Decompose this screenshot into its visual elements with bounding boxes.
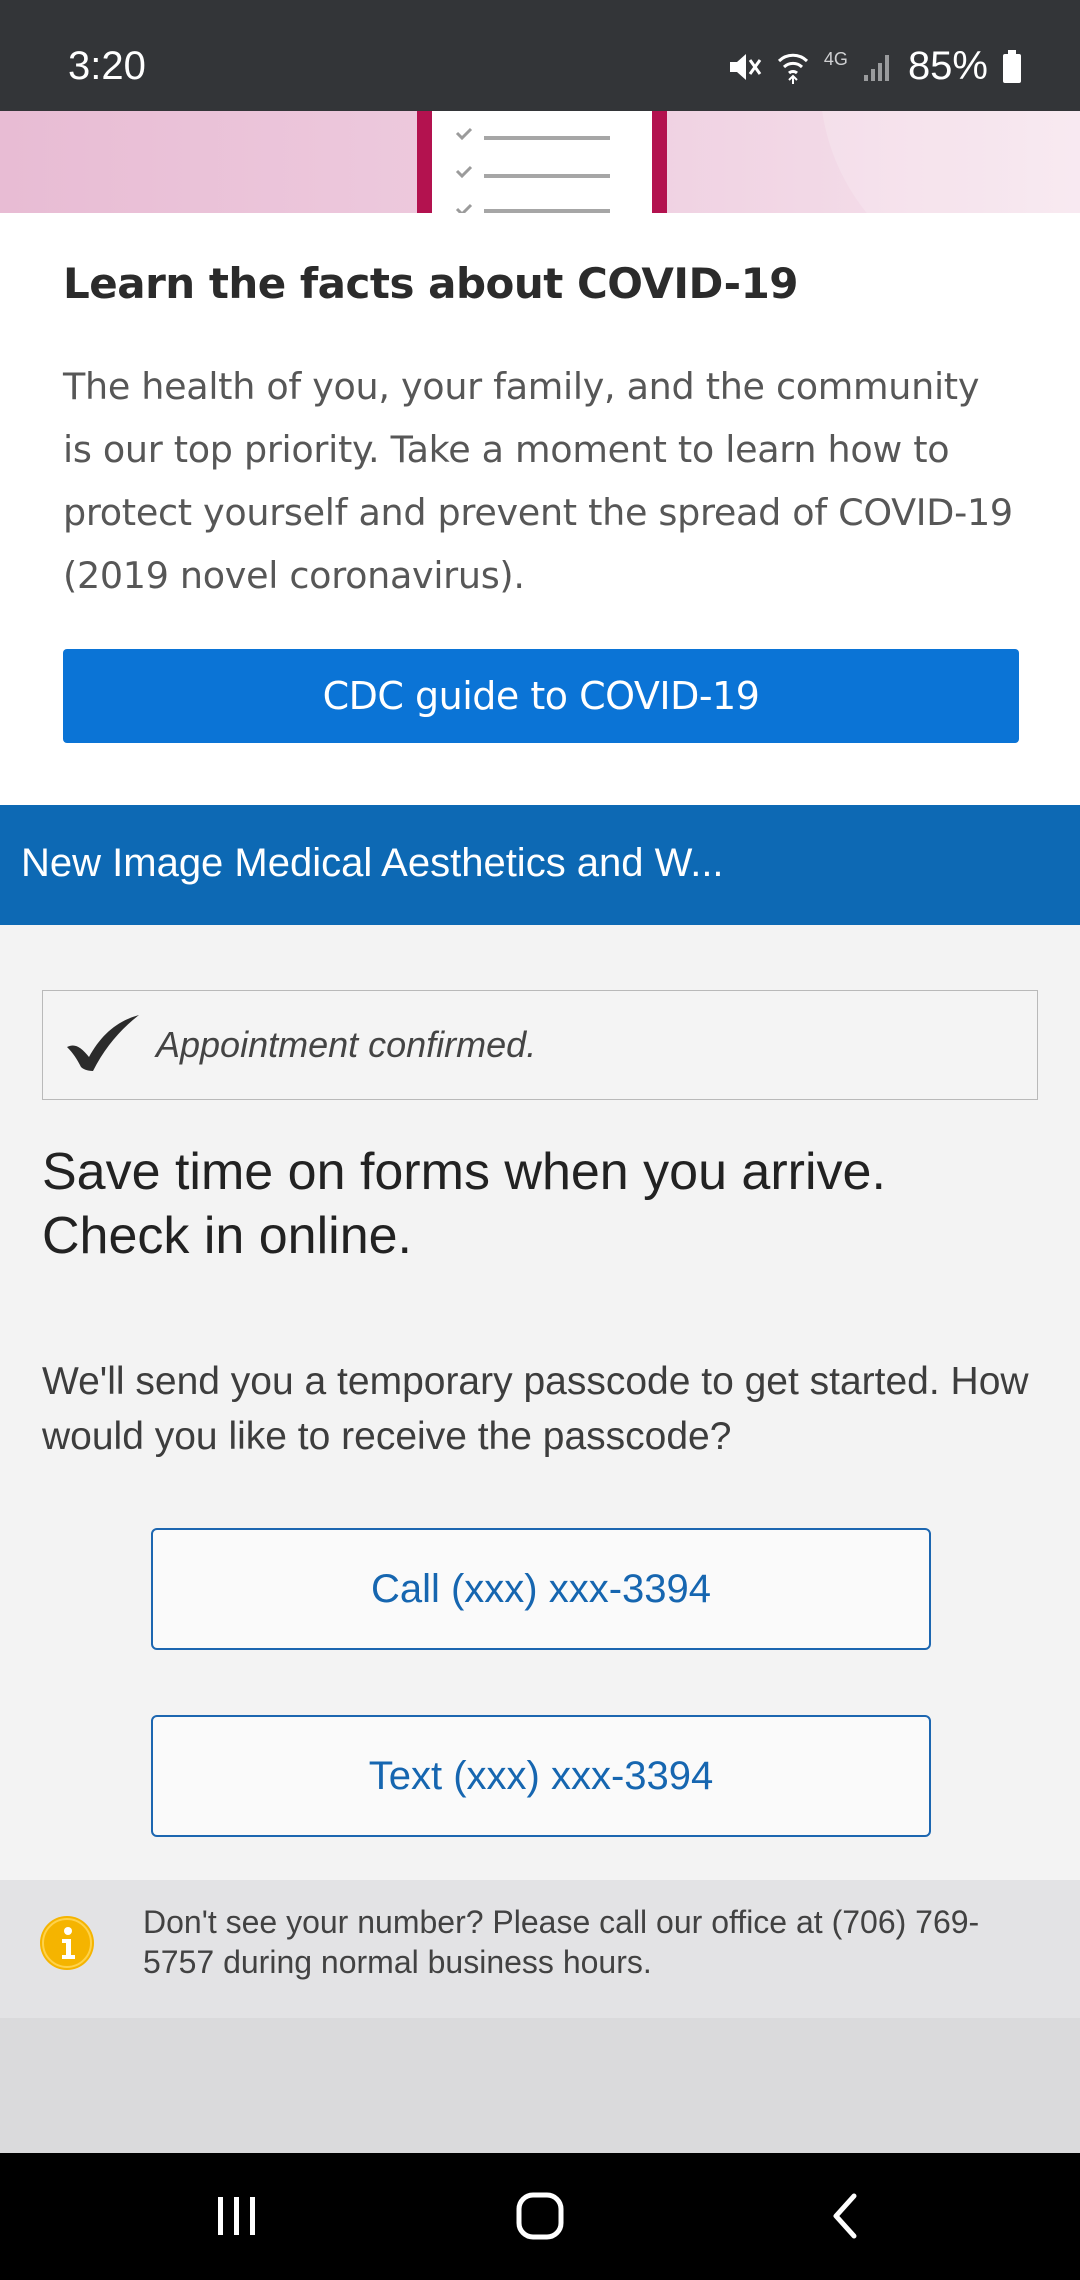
checklist-paper — [432, 111, 652, 213]
checklist-icon — [455, 127, 610, 213]
checkmark-icon — [65, 1013, 141, 1080]
info-icon — [38, 1914, 96, 1977]
covid-banner-image — [0, 111, 1080, 213]
status-icons: 4G 85% — [726, 44, 1022, 89]
covid-card-body: The health of you, your family, and the … — [63, 365, 1013, 597]
battery-icon — [1002, 49, 1022, 84]
recents-icon[interactable] — [212, 2191, 262, 2246]
covid-info-card: Learn the facts about COVID-19 The healt… — [0, 213, 1080, 805]
clipboard-illustration — [417, 111, 667, 213]
system-nav-bar — [0, 2153, 1080, 2280]
home-icon[interactable] — [515, 2191, 565, 2246]
page-bottom-area — [0, 2018, 1080, 2153]
confirmation-text: Appointment confirmed. — [156, 1024, 537, 1065]
call-passcode-button[interactable]: Call (xxx) xxx-3394 — [151, 1528, 931, 1650]
status-time: 3:20 — [68, 44, 146, 88]
banner-decoration — [820, 111, 1080, 213]
checkin-headline: Save time on forms when you arrive. Chec… — [42, 1143, 886, 1265]
signal-icon — [862, 51, 894, 83]
wifi-icon — [776, 49, 810, 85]
appointment-confirmation: Appointment confirmed. — [42, 990, 1038, 1100]
info-notice: Don't see your number? Please call our o… — [0, 1880, 1080, 2018]
practice-header: New Image Medical Aesthetics and W... — [0, 805, 1080, 925]
text-passcode-button[interactable]: Text (xxx) xxx-3394 — [151, 1715, 931, 1837]
covid-card-title: Learn the facts about COVID-19 — [63, 259, 799, 308]
network-label: 4G — [823, 49, 848, 69]
mute-icon — [726, 49, 762, 85]
status-bar: 3:20 4G 85% — [0, 0, 1080, 111]
passcode-instruction: We'll send you a temporary passcode to g… — [42, 1360, 1029, 1458]
practice-name: New Image Medical Aesthetics and W... — [21, 841, 724, 885]
info-text: Don't see your number? Please call our o… — [143, 1904, 980, 1980]
back-icon[interactable] — [822, 2191, 872, 2246]
battery-percent: 85% — [907, 44, 988, 88]
cdc-guide-button[interactable]: CDC guide to COVID-19 — [63, 649, 1019, 743]
